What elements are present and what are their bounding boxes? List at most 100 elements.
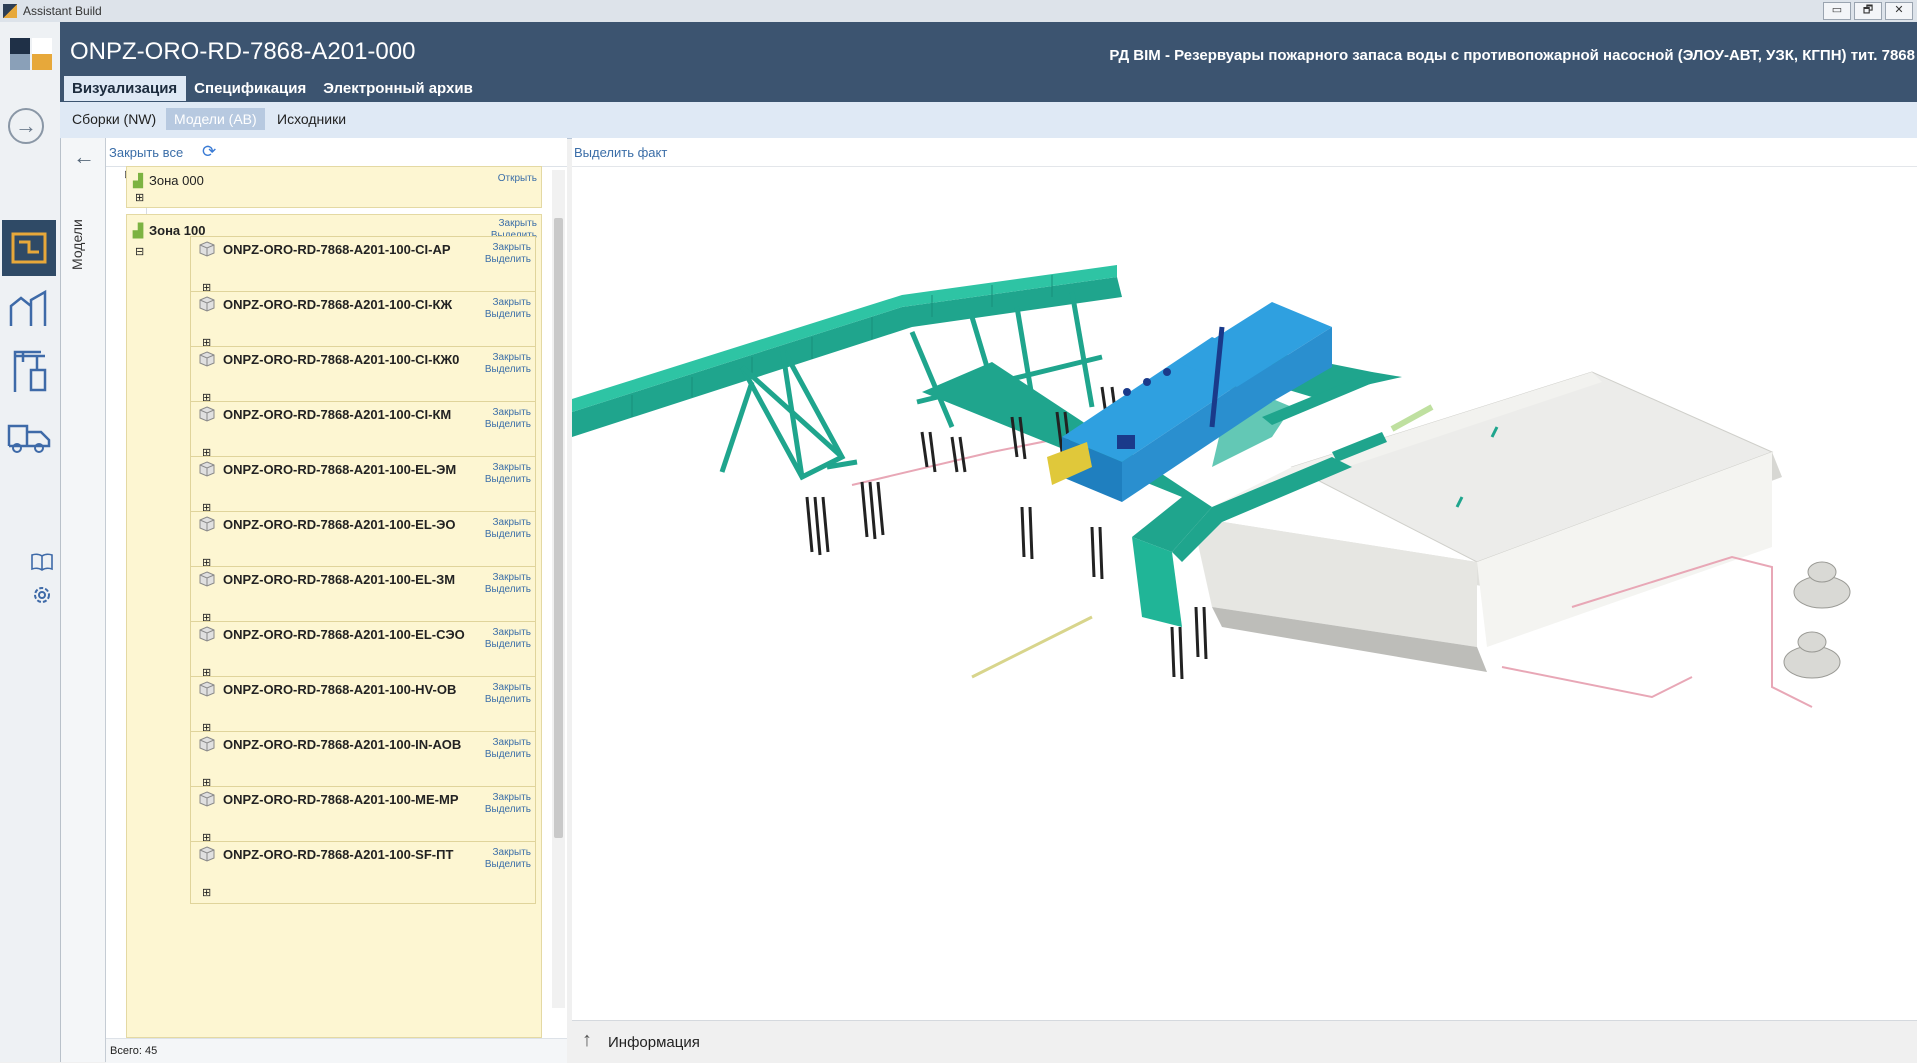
model-cube-icon <box>199 571 215 592</box>
settings-gear-icon[interactable] <box>30 583 54 607</box>
model-tree-item[interactable]: ONPZ-ORO-RD-7868-A201-100-SF-ПТ Закрыть Вы… <box>190 841 536 904</box>
window-title: Assistant Build <box>23 4 102 18</box>
tab-visualization[interactable]: Визуализация <box>64 76 187 101</box>
crane-rail-button[interactable] <box>2 342 56 398</box>
model-item-actions: Закрыть Выделить <box>485 792 531 816</box>
minimize-button[interactable]: ▭ <box>1823 2 1851 20</box>
model-item-actions: Закрыть Выделить <box>485 297 531 321</box>
left-rail: → <box>0 22 61 1062</box>
restore-button[interactable]: 🗗 <box>1854 2 1882 20</box>
tree-toolbar: Закрыть все ⟳ <box>106 138 567 167</box>
model-select-link[interactable]: Выделить <box>485 474 531 486</box>
model-cube-icon <box>199 406 215 427</box>
model-close-link[interactable]: Закрыть <box>485 462 531 474</box>
model-tree-item[interactable]: ONPZ-ORO-RD-7868-A201-100-EL-ЗМ Закрыть Вы… <box>190 566 536 629</box>
close-window-button[interactable]: ✕ <box>1885 2 1913 20</box>
zone-folder-icon: ▟ <box>133 173 143 188</box>
model-tree-item[interactable]: ONPZ-ORO-RD-7868-A201-100-EL-ЭО Закрыть Вы… <box>190 511 536 574</box>
zone-100-close-link[interactable]: Закрыть <box>491 218 537 230</box>
model-expand-toggle[interactable]: ⊞ <box>202 886 211 899</box>
viewport-toolbar: Выделить факт <box>572 138 1917 167</box>
buildings-rail-button[interactable] <box>2 280 56 336</box>
model-close-link[interactable]: Закрыть <box>485 627 531 639</box>
model-close-link[interactable]: Закрыть <box>485 407 531 419</box>
model-cube-icon <box>199 241 215 262</box>
model-close-link[interactable]: Закрыть <box>485 792 531 804</box>
zone-000-label: Зона 000 <box>149 173 204 188</box>
zone-100-collapse-toggle[interactable]: ⊟ <box>135 245 144 258</box>
book-icon[interactable] <box>30 550 54 574</box>
model-item-name: ONPZ-ORO-RD-7868-A201-100-CI-КЖ <box>223 297 453 312</box>
info-bar[interactable]: ↑ Информация <box>572 1020 1917 1063</box>
model-cube-icon <box>199 461 215 482</box>
refresh-icon[interactable]: ⟳ <box>202 142 216 162</box>
window-titlebar: Assistant Build ▭ 🗗 ✕ <box>0 0 1917 23</box>
buildings-icon <box>9 289 47 326</box>
model-select-link[interactable]: Выделить <box>485 804 531 816</box>
model-tree-item[interactable]: ONPZ-ORO-RD-7868-A201-100-HV-ОВ Закрыть Вы… <box>190 676 536 739</box>
machinery-icon <box>7 424 51 453</box>
subtab-models[interactable]: Модели (AB) <box>166 108 265 130</box>
info-label: Информация <box>608 1034 700 1051</box>
model-close-link[interactable]: Закрыть <box>485 572 531 584</box>
expand-up-arrow-icon[interactable]: ↑ <box>582 1029 592 1052</box>
zone-000-expand-toggle[interactable]: ⊞ <box>135 191 144 204</box>
model-close-link[interactable]: Закрыть <box>485 297 531 309</box>
models-vertical-label: Модели <box>69 219 85 270</box>
model-select-link[interactable]: Выделить <box>485 639 531 651</box>
model-tree-item[interactable]: ONPZ-ORO-RD-7868-A201-100-EL-СЭО Закрыть В… <box>190 621 536 684</box>
models-rail-button[interactable] <box>2 220 56 276</box>
model-tree-item[interactable]: ONPZ-ORO-RD-7868-A201-100-ME-МР Закрыть Вы… <box>190 786 536 849</box>
tab-specification[interactable]: Спецификация <box>186 76 315 101</box>
main-tabs: Визуализация Спецификация Электронный ар… <box>64 76 482 101</box>
back-arrow-icon[interactable]: ← <box>73 144 95 170</box>
model-cube-icon <box>199 791 215 812</box>
zone-000-node[interactable]: ▟ Зона 000 Открыть ⊞ <box>126 166 542 208</box>
model-select-link[interactable]: Выделить <box>485 584 531 596</box>
model-tree-item[interactable]: ONPZ-ORO-RD-7868-A201-100-CI-КЖ Закрыть Вы… <box>190 291 536 354</box>
model-tree-panel: Закрыть все ⟳ ⊟ ▟ Зона 000 Открыть ⊞ ▟ Зон… <box>106 138 567 1038</box>
machinery-rail-button[interactable] <box>2 404 56 460</box>
model-select-link[interactable]: Выделить <box>485 749 531 761</box>
tab-electronic-archive[interactable]: Электронный архив <box>315 76 482 101</box>
model-select-link[interactable]: Выделить <box>485 254 531 266</box>
model-close-link[interactable]: Закрыть <box>485 242 531 254</box>
model-tree-item[interactable]: ONPZ-ORO-RD-7868-A201-100-CI-КЖ0 Закрыть В… <box>190 346 536 409</box>
model-item-name: ONPZ-ORO-RD-7868-A201-100-IN-АОВ <box>223 737 462 752</box>
model-tree-item[interactable]: ONPZ-ORO-RD-7868-A201-100-EL-ЭМ Закрыть Вы… <box>190 456 536 519</box>
3d-viewport[interactable] <box>572 167 1917 1020</box>
model-close-link[interactable]: Закрыть <box>485 352 531 364</box>
app-icon <box>3 4 17 18</box>
model-item-actions: Закрыть Выделить <box>485 352 531 376</box>
model-tree-item[interactable]: ONPZ-ORO-RD-7868-A201-100-CI-КМ Закрыть Вы… <box>190 401 536 464</box>
model-item-name: ONPZ-ORO-RD-7868-A201-100-CI-AP <box>223 242 451 257</box>
model-item-name: ONPZ-ORO-RD-7868-A201-100-EL-СЭО <box>223 627 465 642</box>
model-select-link[interactable]: Выделить <box>485 419 531 431</box>
total-count: Всего: 45 <box>110 1045 158 1057</box>
model-select-link[interactable]: Выделить <box>485 364 531 376</box>
forward-nav-icon[interactable]: → <box>8 108 44 144</box>
highlight-fact-link[interactable]: Выделить факт <box>574 145 667 160</box>
model-tree-item[interactable]: ONPZ-ORO-RD-7868-A201-100-IN-АОВ Закрыть В… <box>190 731 536 794</box>
model-close-link[interactable]: Закрыть <box>485 517 531 529</box>
zone-000-open-link[interactable]: Открыть <box>498 173 537 185</box>
model-item-actions: Закрыть Выделить <box>485 407 531 431</box>
model-close-link[interactable]: Закрыть <box>485 682 531 694</box>
model-item-name: ONPZ-ORO-RD-7868-A201-100-SF-ПТ <box>223 847 454 862</box>
model-select-link[interactable]: Выделить <box>485 529 531 541</box>
tree-scrollbar[interactable] <box>552 170 565 1008</box>
subtab-sources[interactable]: Исходники <box>269 108 354 130</box>
model-select-link[interactable]: Выделить <box>485 694 531 706</box>
model-select-link[interactable]: Выделить <box>485 309 531 321</box>
model-item-name: ONPZ-ORO-RD-7868-A201-100-CI-КЖ0 <box>223 352 460 367</box>
model-item-name: ONPZ-ORO-RD-7868-A201-100-HV-ОВ <box>223 682 457 697</box>
model-close-link[interactable]: Закрыть <box>485 737 531 749</box>
model-item-actions: Закрыть Выделить <box>485 627 531 651</box>
model-close-link[interactable]: Закрыть <box>485 847 531 859</box>
model-tree-item[interactable]: ONPZ-ORO-RD-7868-A201-100-CI-AP Закрыть Вы… <box>190 236 536 299</box>
model-select-link[interactable]: Выделить <box>485 859 531 871</box>
app-logo <box>10 38 52 70</box>
close-all-link[interactable]: Закрыть все <box>109 145 183 160</box>
subtab-assemblies[interactable]: Сборки (NW) <box>64 108 164 130</box>
tree-scrollbar-thumb[interactable] <box>554 218 563 838</box>
